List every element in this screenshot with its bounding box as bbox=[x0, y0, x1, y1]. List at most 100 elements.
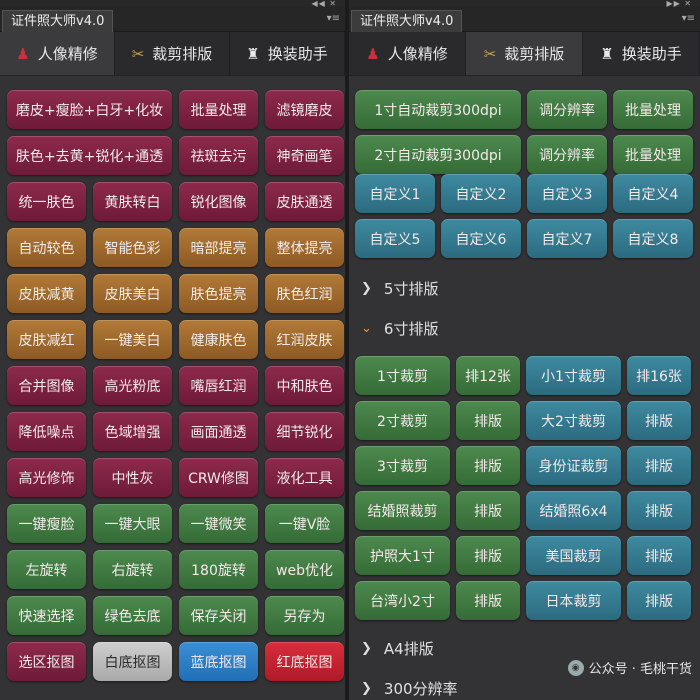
layout-button[interactable]: 排版 bbox=[456, 446, 520, 485]
retouch-button[interactable]: 嘴唇红润 bbox=[179, 366, 258, 405]
retouch-button[interactable]: 滤镜磨皮 bbox=[265, 90, 344, 129]
section-6-inch[interactable]: ⌄ 6寸排版 bbox=[349, 310, 700, 346]
retouch-button[interactable]: 蓝底抠图 bbox=[179, 642, 258, 681]
retouch-button[interactable]: 神奇画笔 bbox=[265, 136, 344, 175]
panel-menu-icon[interactable]: ▾≡ bbox=[682, 13, 695, 24]
retouch-button[interactable]: 白底抠图 bbox=[93, 642, 172, 681]
retouch-button[interactable]: 红润皮肤 bbox=[265, 320, 344, 359]
layout-button[interactable]: 2寸裁剪 bbox=[355, 401, 450, 440]
tab-outfit-helper[interactable]: ♜ 换装助手 bbox=[583, 32, 700, 75]
layout-button[interactable]: 排16张 bbox=[627, 356, 691, 395]
layout-button[interactable]: 排12张 bbox=[456, 356, 520, 395]
retouch-button[interactable]: 左旋转 bbox=[7, 550, 86, 589]
layout-button[interactable]: 排版 bbox=[627, 581, 691, 620]
retouch-button[interactable]: 批量处理 bbox=[179, 90, 258, 129]
custom-preset-button[interactable]: 自定义3 bbox=[527, 174, 607, 213]
tab-portrait-retouch[interactable]: ♟ 人像精修 bbox=[0, 32, 115, 75]
retouch-button[interactable]: 皮肤减红 bbox=[7, 320, 86, 359]
retouch-button[interactable]: 暗部提亮 bbox=[179, 228, 258, 267]
retouch-button[interactable]: CRW修图 bbox=[179, 458, 258, 497]
retouch-button[interactable]: 绿色去底 bbox=[93, 596, 172, 635]
retouch-button[interactable]: 另存为 bbox=[265, 596, 344, 635]
layout-button[interactable]: 日本裁剪 bbox=[526, 581, 621, 620]
layout-button[interactable]: 排版 bbox=[456, 491, 520, 530]
custom-preset-button[interactable]: 自定义7 bbox=[527, 219, 607, 258]
layout-button[interactable]: 排版 bbox=[456, 536, 520, 575]
retouch-button[interactable]: 高光修饰 bbox=[7, 458, 86, 497]
retouch-button[interactable]: 健康肤色 bbox=[179, 320, 258, 359]
layout-button[interactable]: 小1寸裁剪 bbox=[526, 356, 621, 395]
retouch-button[interactable]: 180旋转 bbox=[179, 550, 258, 589]
section-5-inch[interactable]: ❯ 5寸排版 bbox=[349, 270, 700, 306]
layout-button[interactable]: 美国裁剪 bbox=[526, 536, 621, 575]
crop-button[interactable]: 批量处理 bbox=[613, 135, 693, 174]
retouch-button[interactable]: 整体提亮 bbox=[265, 228, 344, 267]
retouch-button[interactable]: 智能色彩 bbox=[93, 228, 172, 267]
layout-button[interactable]: 排版 bbox=[627, 401, 691, 440]
retouch-button[interactable]: 画面通透 bbox=[179, 412, 258, 451]
retouch-button[interactable]: 液化工具 bbox=[265, 458, 344, 497]
retouch-button[interactable]: 细节锐化 bbox=[265, 412, 344, 451]
retouch-button[interactable]: 一键大眼 bbox=[93, 504, 172, 543]
retouch-button[interactable]: 黄肤转白 bbox=[93, 182, 172, 221]
crop-button[interactable]: 批量处理 bbox=[613, 90, 693, 129]
layout-button[interactable]: 大2寸裁剪 bbox=[526, 401, 621, 440]
custom-preset-button[interactable]: 自定义6 bbox=[441, 219, 521, 258]
retouch-button[interactable]: 自动较色 bbox=[7, 228, 86, 267]
retouch-button[interactable]: 统一肤色 bbox=[7, 182, 86, 221]
retouch-button[interactable]: 肤色提亮 bbox=[179, 274, 258, 313]
retouch-button[interactable]: 肤色红润 bbox=[265, 274, 344, 313]
crop-button[interactable]: 2寸自动裁剪300dpi bbox=[355, 135, 521, 174]
layout-button[interactable]: 排版 bbox=[627, 536, 691, 575]
retouch-button[interactable]: 一键美白 bbox=[93, 320, 172, 359]
retouch-button[interactable]: 皮肤通透 bbox=[265, 182, 344, 221]
retouch-button[interactable]: 降低噪点 bbox=[7, 412, 86, 451]
custom-preset-button[interactable]: 自定义1 bbox=[355, 174, 435, 213]
custom-preset-button[interactable]: 自定义2 bbox=[441, 174, 521, 213]
retouch-button[interactable]: 选区抠图 bbox=[7, 642, 86, 681]
retouch-button[interactable]: web优化 bbox=[265, 550, 344, 589]
retouch-button[interactable]: 肤色+去黄+锐化+通透 bbox=[7, 136, 172, 175]
layout-button[interactable]: 排版 bbox=[627, 491, 691, 530]
retouch-button[interactable]: 皮肤美白 bbox=[93, 274, 172, 313]
custom-preset-button[interactable]: 自定义8 bbox=[613, 219, 693, 258]
layout-button[interactable]: 3寸裁剪 bbox=[355, 446, 450, 485]
retouch-button[interactable]: 一键瘦脸 bbox=[7, 504, 86, 543]
layout-button[interactable]: 排版 bbox=[456, 401, 520, 440]
layout-button[interactable]: 台湾小2寸 bbox=[355, 581, 450, 620]
retouch-button[interactable]: 中和肤色 bbox=[265, 366, 344, 405]
retouch-button[interactable]: 红底抠图 bbox=[265, 642, 344, 681]
tab-crop-layout[interactable]: ✂ 裁剪排版 bbox=[466, 32, 583, 75]
retouch-button[interactable]: 祛斑去污 bbox=[179, 136, 258, 175]
tab-crop-layout[interactable]: ✂ 裁剪排版 bbox=[115, 32, 230, 75]
retouch-button[interactable]: 磨皮+瘦脸+白牙+化妆 bbox=[7, 90, 172, 129]
retouch-button[interactable]: 高光粉底 bbox=[93, 366, 172, 405]
crop-button[interactable]: 1寸自动裁剪300dpi bbox=[355, 90, 521, 129]
tab-outfit-helper[interactable]: ♜ 换装助手 bbox=[230, 32, 345, 75]
layout-button[interactable]: 结婚照6x4 bbox=[526, 491, 621, 530]
retouch-button[interactable]: 中性灰 bbox=[93, 458, 172, 497]
retouch-button[interactable]: 快速选择 bbox=[7, 596, 86, 635]
retouch-button[interactable]: 保存关闭 bbox=[179, 596, 258, 635]
layout-button[interactable]: 排版 bbox=[456, 581, 520, 620]
layout-button[interactable]: 结婚照裁剪 bbox=[355, 491, 450, 530]
retouch-button[interactable]: 一键V脸 bbox=[265, 504, 344, 543]
panel-menu-icon[interactable]: ▾≡ bbox=[327, 13, 340, 24]
panel-title-tab[interactable]: 证件照大师v4.0 bbox=[2, 10, 114, 32]
retouch-button[interactable]: 色域增强 bbox=[93, 412, 172, 451]
layout-button[interactable]: 身份证裁剪 bbox=[526, 446, 621, 485]
retouch-button[interactable]: 一键微笑 bbox=[179, 504, 258, 543]
panel-title-tab[interactable]: 证件照大师v4.0 bbox=[351, 10, 463, 32]
retouch-button[interactable]: 合并图像 bbox=[7, 366, 86, 405]
layout-button[interactable]: 1寸裁剪 bbox=[355, 356, 450, 395]
crop-button[interactable]: 调分辨率 bbox=[527, 135, 607, 174]
layout-button[interactable]: 排版 bbox=[627, 446, 691, 485]
layout-button[interactable]: 护照大1寸 bbox=[355, 536, 450, 575]
tab-portrait-retouch[interactable]: ♟ 人像精修 bbox=[349, 32, 466, 75]
custom-preset-button[interactable]: 自定义4 bbox=[613, 174, 693, 213]
retouch-button[interactable]: 锐化图像 bbox=[179, 182, 258, 221]
crop-button[interactable]: 调分辨率 bbox=[527, 90, 607, 129]
custom-preset-button[interactable]: 自定义5 bbox=[355, 219, 435, 258]
retouch-button[interactable]: 皮肤减黄 bbox=[7, 274, 86, 313]
retouch-button[interactable]: 右旋转 bbox=[93, 550, 172, 589]
